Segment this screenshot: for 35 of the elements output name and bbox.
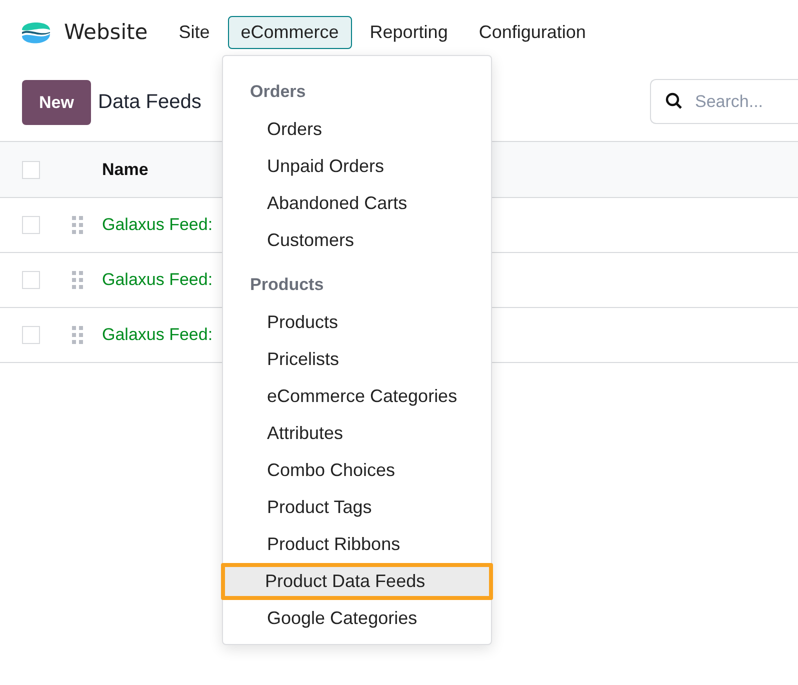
- menu-item[interactable]: Pricelists: [223, 341, 491, 378]
- menu-item[interactable]: Combo Choices: [223, 452, 491, 489]
- column-header[interactable]: Name: [102, 160, 148, 180]
- menu-item[interactable]: Product Ribbons: [223, 526, 491, 563]
- drag-handle-icon[interactable]: [72, 326, 84, 344]
- table-cell[interactable]: Galaxus Feed:: [102, 270, 213, 290]
- menu-item[interactable]: Google Categories: [223, 600, 491, 637]
- menu-tab[interactable]: Configuration: [466, 16, 599, 48]
- menu-tab[interactable]: eCommerce: [228, 16, 352, 48]
- checkbox[interactable]: [22, 326, 40, 344]
- menu-item[interactable]: Customers: [223, 222, 491, 259]
- checkbox[interactable]: [22, 271, 40, 289]
- menu-item[interactable]: eCommerce Categories: [223, 378, 491, 415]
- app-name: Website: [64, 20, 148, 44]
- checkbox[interactable]: [22, 216, 40, 234]
- table-cell[interactable]: Galaxus Feed:: [102, 325, 213, 345]
- search-field[interactable]: Search...: [650, 79, 798, 124]
- menu-item[interactable]: Orders: [223, 111, 491, 148]
- checkbox[interactable]: [22, 160, 40, 178]
- search-icon: [665, 92, 683, 110]
- menu-item[interactable]: Products: [223, 304, 491, 341]
- menu-item[interactable]: Product Tags: [223, 489, 491, 526]
- section-header: Orders: [249, 81, 307, 103]
- new-button[interactable]: New: [22, 80, 91, 125]
- drag-handle-icon[interactable]: [72, 216, 84, 234]
- menu-tab[interactable]: Reporting: [356, 16, 461, 48]
- menu-item[interactable]: Product Data Feeds: [221, 563, 493, 600]
- section-header: Products: [249, 274, 325, 296]
- menu-item[interactable]: Attributes: [223, 415, 491, 452]
- drag-handle-icon[interactable]: [72, 271, 84, 289]
- page-title: Data Feeds: [98, 91, 202, 114]
- table-cell[interactable]: Galaxus Feed:: [102, 215, 213, 235]
- menu-item[interactable]: Abandoned Carts: [223, 185, 491, 222]
- menu-tab[interactable]: Site: [166, 16, 223, 48]
- menu-item[interactable]: Unpaid Orders: [223, 148, 491, 185]
